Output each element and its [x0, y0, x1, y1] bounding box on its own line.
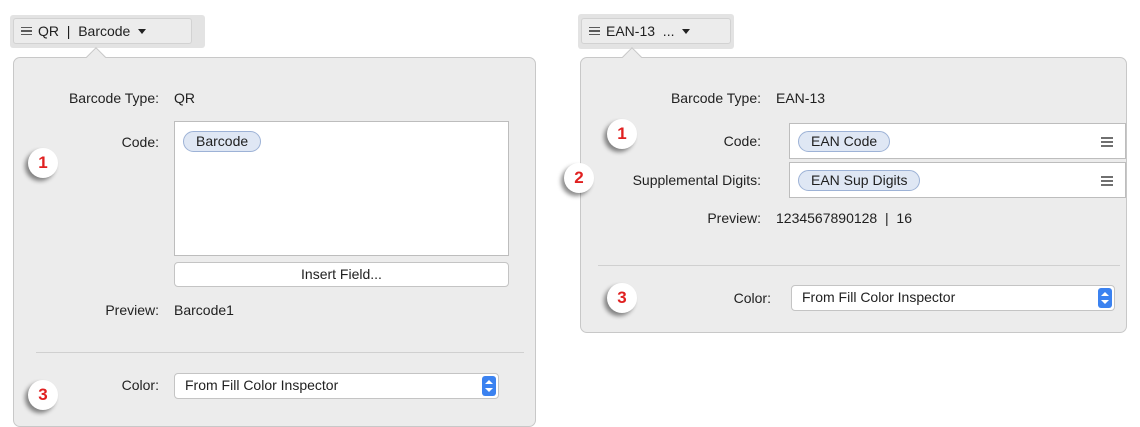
callout-badge-3-left: 3 — [28, 380, 58, 410]
left-barcode-type-label: Barcode Type: — [68, 90, 159, 106]
left-color-select-value: From Fill Color Inspector — [185, 377, 339, 393]
chevron-down-icon — [682, 28, 691, 34]
list-icon — [589, 26, 600, 36]
right-color-select-value: From Fill Color Inspector — [802, 289, 956, 305]
right-supplemental-token[interactable]: EAN Sup Digits — [798, 170, 921, 191]
right-color-select[interactable]: From Fill Color Inspector — [791, 285, 1115, 311]
right-barcode-type-label: Barcode Type: — [670, 90, 761, 106]
left-preview-label: Preview: — [105, 302, 159, 318]
callout-badge-1-left: 1 — [28, 148, 58, 178]
right-barcode-type-value: EAN-13 — [776, 90, 826, 106]
left-preview-value: Barcode1 — [174, 302, 234, 318]
right-code-field[interactable]: EAN Code — [789, 123, 1126, 159]
stepper-arrows-icon — [482, 376, 496, 396]
callout-badge-2-right: 2 — [564, 163, 594, 193]
right-preview-value: 1234567890128 | 16 — [776, 210, 912, 226]
right-supplemental-field[interactable]: EAN Sup Digits — [789, 162, 1126, 198]
callout-badge-3-right: 3 — [607, 283, 637, 313]
stepper-arrows-icon — [1098, 288, 1112, 308]
left-header-label: QR | Barcode — [38, 23, 131, 39]
list-icon[interactable] — [1101, 137, 1113, 147]
list-icon[interactable] — [1101, 176, 1113, 186]
left-divider — [36, 352, 524, 353]
left-barcode-type-value: QR — [174, 90, 195, 106]
left-code-field[interactable]: Barcode — [174, 121, 509, 256]
list-icon — [21, 26, 32, 36]
callout-badge-1-right: 1 — [607, 119, 637, 149]
right-header-label: EAN-13 ... — [606, 23, 675, 39]
right-preview-label: Preview: — [707, 210, 761, 226]
right-supplemental-label: Supplemental Digits: — [632, 172, 761, 188]
left-code-token[interactable]: Barcode — [183, 131, 262, 152]
left-barcode-type-popup[interactable]: QR | Barcode — [13, 18, 192, 44]
chevron-down-icon — [138, 28, 147, 34]
left-color-select[interactable]: From Fill Color Inspector — [174, 373, 499, 399]
insert-field-button[interactable]: Insert Field... — [174, 262, 509, 287]
right-code-token[interactable]: EAN Code — [798, 131, 891, 152]
right-barcode-type-popup[interactable]: EAN-13 ... — [581, 18, 731, 44]
right-divider — [598, 265, 1120, 266]
